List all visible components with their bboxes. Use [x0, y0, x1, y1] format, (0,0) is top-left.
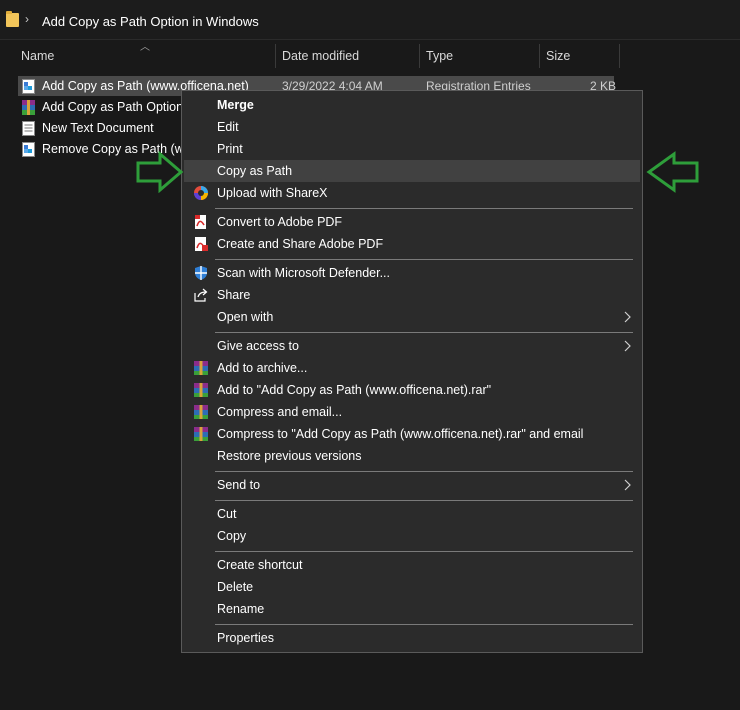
- menu-item-label: Create shortcut: [217, 558, 303, 572]
- menu-item-create-shortcut[interactable]: Create shortcut: [184, 554, 640, 576]
- menu-item-label: Restore previous versions: [217, 449, 362, 463]
- menu-separator: [215, 259, 633, 260]
- menu-item-label: Add to archive...: [217, 361, 308, 375]
- winrar-icon: [194, 361, 208, 375]
- menu-separator: [215, 551, 633, 552]
- share-icon: [194, 288, 208, 302]
- annotation-arrow-left-icon: [646, 151, 699, 193]
- menu-item-merge[interactable]: Merge: [184, 94, 640, 116]
- menu-item-share[interactable]: Share: [184, 284, 640, 306]
- menu-item-label: Compress to "Add Copy as Path (www.offic…: [217, 427, 584, 441]
- menu-item-add-to-archive[interactable]: Add to archive...: [184, 357, 640, 379]
- menu-item-label: Merge: [217, 98, 254, 112]
- winrar-icon: [194, 427, 208, 441]
- sharex-icon: [194, 186, 208, 200]
- menu-item-edit[interactable]: Edit: [184, 116, 640, 138]
- menu-item-label: Open with: [217, 310, 274, 324]
- menu-item-label: Upload with ShareX: [217, 186, 328, 200]
- menu-separator: [215, 208, 633, 209]
- menu-item-properties[interactable]: Properties: [184, 627, 640, 649]
- menu-item-open-with[interactable]: Open with: [184, 306, 640, 328]
- column-header-row: ︿ Name Date modified Type Size: [0, 42, 740, 68]
- sort-ascending-icon: ︿: [140, 42, 150, 53]
- submenu-chevron-icon: [624, 340, 631, 352]
- menu-item-label: Compress and email...: [217, 405, 343, 419]
- winrar-archive-icon: [22, 100, 35, 115]
- submenu-chevron-icon: [624, 311, 631, 323]
- menu-item-label: Delete: [217, 580, 254, 594]
- annotation-arrow-right-icon: [136, 151, 184, 193]
- defender-shield-icon: [195, 266, 207, 280]
- file-row[interactable]: New Text Document: [18, 118, 188, 138]
- menu-item-label: Give access to: [217, 339, 299, 353]
- menu-item-label: Copy: [217, 529, 247, 543]
- adobe-pdf-icon: [195, 215, 206, 229]
- menu-item-compress-to-rar-email[interactable]: Compress to "Add Copy as Path (www.offic…: [184, 423, 640, 445]
- menu-item-label: Convert to Adobe PDF: [217, 215, 343, 229]
- registry-file-icon: [22, 79, 35, 94]
- menu-item-label: Cut: [217, 507, 237, 521]
- address-bar[interactable]: › Add Copy as Path Option in Windows: [0, 0, 740, 40]
- menu-item-print[interactable]: Print: [184, 138, 640, 160]
- menu-item-compress-email[interactable]: Compress and email...: [184, 401, 640, 423]
- menu-item-send-to[interactable]: Send to: [184, 474, 640, 496]
- file-name: New Text Document: [42, 121, 154, 135]
- menu-item-label: Print: [217, 142, 243, 156]
- menu-separator: [215, 624, 633, 625]
- file-row[interactable]: Add Copy as Path Option i: [18, 97, 190, 117]
- menu-item-label: Scan with Microsoft Defender...: [217, 266, 390, 280]
- menu-item-label: Send to: [217, 478, 261, 492]
- column-header-date-modified[interactable]: Date modified: [282, 44, 359, 68]
- menu-item-label: Share: [217, 288, 251, 302]
- menu-item-copy[interactable]: Copy: [184, 525, 640, 547]
- file-name: Add Copy as Path Option i: [42, 100, 190, 114]
- menu-separator: [215, 332, 633, 333]
- column-header-name[interactable]: Name: [21, 44, 54, 68]
- column-divider[interactable]: [619, 44, 620, 68]
- context-menu: Merge Edit Print Copy as Path Upload wit…: [181, 90, 643, 653]
- menu-item-scan-defender[interactable]: Scan with Microsoft Defender...: [184, 262, 640, 284]
- column-header-size[interactable]: Size: [546, 44, 570, 68]
- menu-item-rename[interactable]: Rename: [184, 598, 640, 620]
- text-document-icon: [22, 121, 35, 136]
- menu-item-label: Create and Share Adobe PDF: [217, 237, 384, 251]
- menu-item-label: Properties: [217, 631, 274, 645]
- menu-item-label: Edit: [217, 120, 239, 134]
- folder-icon: [6, 11, 19, 27]
- menu-item-add-to-rar[interactable]: Add to "Add Copy as Path (www.officena.n…: [184, 379, 640, 401]
- submenu-chevron-icon: [624, 479, 631, 491]
- column-divider[interactable]: [539, 44, 540, 68]
- menu-item-cut[interactable]: Cut: [184, 503, 640, 525]
- winrar-icon: [194, 383, 208, 397]
- adobe-pdf-share-icon: [195, 237, 208, 251]
- menu-item-label: Add to "Add Copy as Path (www.officena.n…: [217, 383, 492, 397]
- menu-item-convert-to-pdf[interactable]: Convert to Adobe PDF: [184, 211, 640, 233]
- column-divider[interactable]: [419, 44, 420, 68]
- menu-item-create-share-pdf[interactable]: Create and Share Adobe PDF: [184, 233, 640, 255]
- menu-item-label: Rename: [217, 602, 265, 616]
- menu-item-restore-previous-versions[interactable]: Restore previous versions: [184, 445, 640, 467]
- menu-separator: [215, 471, 633, 472]
- winrar-icon: [194, 405, 208, 419]
- menu-item-delete[interactable]: Delete: [184, 576, 640, 598]
- column-header-type[interactable]: Type: [426, 44, 453, 68]
- column-divider[interactable]: [275, 44, 276, 68]
- menu-item-give-access[interactable]: Give access to: [184, 335, 640, 357]
- menu-item-label: Copy as Path: [217, 164, 293, 178]
- breadcrumb-current-folder[interactable]: Add Copy as Path Option in Windows: [42, 14, 259, 29]
- menu-item-copy-as-path[interactable]: Copy as Path: [184, 160, 640, 182]
- menu-item-upload-sharex[interactable]: Upload with ShareX: [184, 182, 640, 204]
- breadcrumb-chevron-icon[interactable]: ›: [25, 12, 29, 26]
- registry-file-icon: [22, 142, 35, 157]
- menu-separator: [215, 500, 633, 501]
